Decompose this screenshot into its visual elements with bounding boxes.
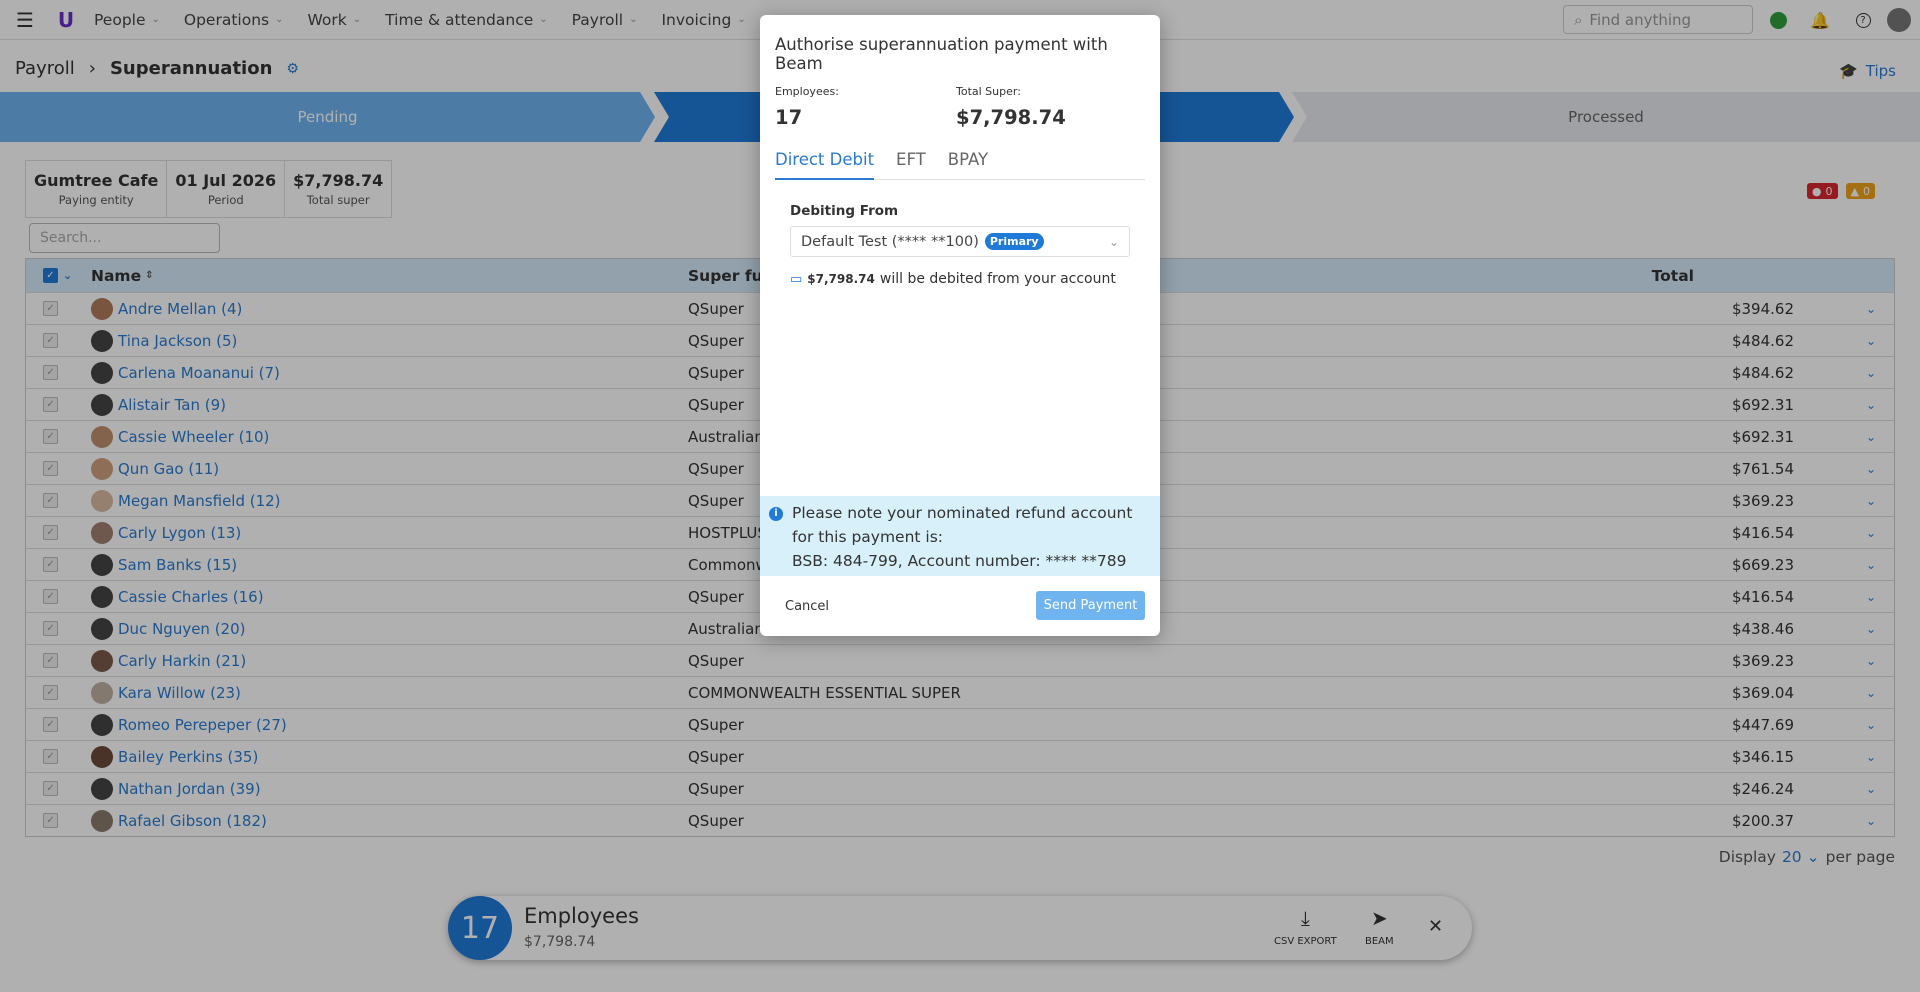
tab-direct-debit[interactable]: Direct Debit bbox=[775, 150, 875, 180]
app-root: ☰ U People ⌄ Operations ⌄ Work ⌄ Time & att… bbox=[0, 0, 1920, 992]
total-super-value: $7,798.74 bbox=[956, 106, 1066, 129]
total-super-label: Total Super: bbox=[956, 85, 1021, 98]
modal-title: Authorise superannuation payment with Be… bbox=[775, 35, 1108, 73]
refund-note: i Please note your nominated refund acco… bbox=[760, 496, 1160, 576]
payment-method-tabs: Direct Debit EFT BPAY bbox=[775, 150, 1145, 180]
send-payment-button[interactable]: Send Payment bbox=[1036, 591, 1145, 620]
info-icon: i bbox=[769, 507, 783, 521]
chevron-down-icon: ⌄ bbox=[1108, 234, 1119, 249]
employees-label: Employees: bbox=[775, 85, 839, 98]
employees-value: 17 bbox=[775, 106, 803, 129]
primary-badge: Primary bbox=[984, 233, 1044, 250]
debit-account-select[interactable]: Default Test (**** **100) Primary ⌄ bbox=[790, 226, 1130, 257]
authorise-payment-modal: Authorise superannuation payment with Be… bbox=[760, 15, 1160, 636]
debit-summary: ▭ $7,798.74 will be debited from your ac… bbox=[790, 271, 1116, 287]
debit-amount: $7,798.74 bbox=[807, 272, 875, 286]
cancel-button[interactable]: Cancel bbox=[785, 599, 829, 614]
tab-bpay[interactable]: BPAY bbox=[948, 150, 988, 180]
tab-eft[interactable]: EFT bbox=[896, 150, 926, 180]
debiting-from-label: Debiting From bbox=[790, 203, 899, 219]
credit-card-icon: ▭ bbox=[790, 271, 803, 287]
